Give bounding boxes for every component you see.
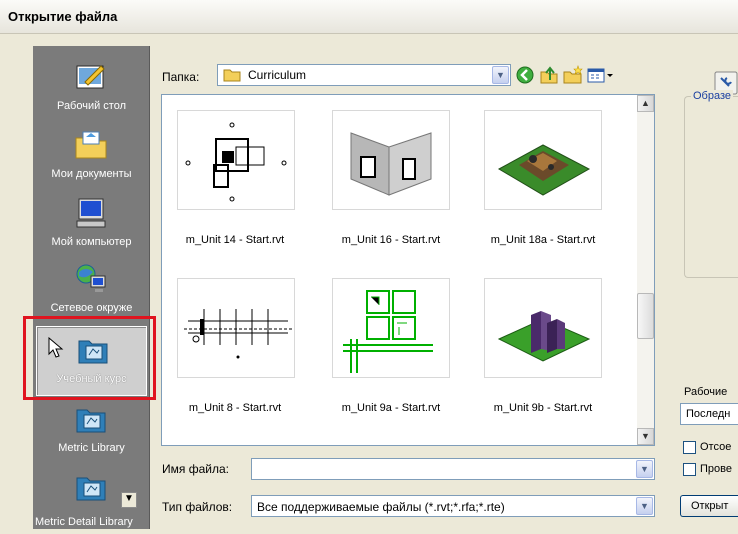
library-folder-icon [76,409,106,433]
scroll-down-button[interactable]: ▼ [637,428,654,445]
detach-checkbox-label: Отсое [700,441,732,453]
new-folder-icon[interactable] [562,64,584,86]
preview-label: Образе [691,90,734,102]
file-name[interactable]: m_Unit 8 - Start.rvt [160,402,310,414]
title-bar[interactable]: Открытие файла [0,0,738,34]
filetype-dropdown-button[interactable]: ▼ [636,497,653,515]
place-my-documents[interactable]: Мои документы [33,122,150,192]
chevron-down-icon: ▼ [641,431,650,441]
file-thumbnail[interactable] [177,110,295,210]
place-my-computer[interactable]: Мой компьютер [33,190,150,260]
filetype-value: Все поддерживаемые файлы (*.rvt;*.rfa;*.… [257,500,505,514]
scroll-thumb[interactable] [637,293,654,339]
filename-dropdown-button[interactable]: ▼ [636,460,653,478]
filename-input[interactable]: ▼ [251,458,655,480]
dialog-title: Открытие файла [8,9,118,24]
place-label: Metric Library [58,442,125,454]
chevron-down-icon: ▼ [124,493,134,504]
file-thumbnail[interactable] [484,110,602,210]
walls-preview [350,132,432,196]
scroll-up-button[interactable]: ▲ [637,95,654,112]
buildings-model-preview [497,311,591,362]
chevron-down-icon: ▼ [640,501,649,511]
highlight-frame [23,316,156,400]
place-label: Metric Detail Library [35,516,133,528]
chevron-down-icon: ▼ [496,70,505,80]
file-name[interactable]: m_Unit 9b - Start.rvt [468,402,618,414]
worksets-select[interactable]: Последн [680,403,738,425]
desktop-icon [76,65,105,89]
detach-checkbox[interactable] [683,441,696,454]
filetype-label: Тип файлов: [162,500,233,514]
site-model-preview [497,144,591,196]
place-label: Мой компьютер [51,236,132,248]
folder-combo-value: Curriculum [248,68,307,82]
open-button-label: Открыт [691,500,729,512]
file-list-scrollbar[interactable]: ▲ ▼ [637,95,654,445]
file-thumbnail[interactable] [332,110,450,210]
file-thumbnail[interactable] [332,278,450,378]
audit-checkbox[interactable] [683,463,696,476]
folder-dropdown-button[interactable]: ▼ [492,66,509,84]
views-menu-icon[interactable] [586,64,616,86]
place-label: Рабочий стол [56,100,127,112]
places-bar: Рабочий стол Мои документы Мой компьютер [33,46,150,529]
worksets-value: Последн [686,408,731,420]
open-file-dialog: Открытие файла Рабочий стол Мои документ… [0,0,738,529]
place-label: Мои документы [51,168,132,180]
folder-label: Папка: [162,70,200,84]
places-scroll-down-button[interactable]: ▼ [121,492,137,508]
library-folder-icon [76,477,106,501]
place-desktop[interactable]: Рабочий стол [33,54,150,124]
folder-icon [223,69,241,82]
grid-plan-preview [184,309,292,359]
my-computer-icon [76,198,106,228]
file-name[interactable]: m_Unit 16 - Start.rvt [316,234,466,246]
back-icon[interactable] [514,64,536,86]
file-name[interactable]: m_Unit 18a - Start.rvt [468,234,618,246]
worksets-label: Рабочие [684,386,728,398]
network-icon [76,264,106,292]
up-folder-icon[interactable] [538,64,560,86]
floor-plan-preview [185,122,287,202]
filename-label: Имя файла: [162,462,229,476]
file-name[interactable]: m_Unit 9a - Start.rvt [316,402,466,414]
place-label: Сетевое окруже [50,302,133,314]
file-list-view[interactable]: m_Unit 14 - Start.rvt m_Unit 16 - Start.… [161,94,655,446]
file-name[interactable]: m_Unit 14 - Start.rvt [160,234,310,246]
green-plan-preview [343,290,433,373]
my-documents-icon [75,131,107,159]
folder-combo[interactable]: Curriculum ▼ [217,64,511,86]
file-thumbnail[interactable] [177,278,295,378]
place-metric-library[interactable]: Metric Library [33,396,150,466]
chevron-up-icon: ▲ [641,98,650,108]
open-button[interactable]: Открыт [680,495,738,517]
chevron-down-icon: ▼ [640,464,649,474]
filetype-select[interactable]: Все поддерживаемые файлы (*.rvt;*.rfa;*.… [251,495,655,517]
preview-group: Образе [684,90,738,278]
file-thumbnail[interactable] [484,278,602,378]
audit-checkbox-label: Прове [700,463,732,475]
